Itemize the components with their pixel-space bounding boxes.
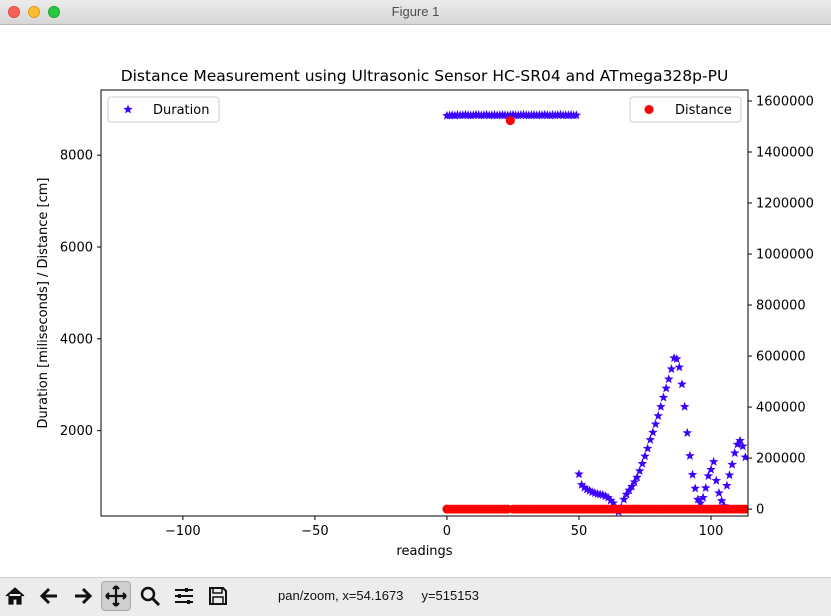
- y-left-tick-label: 2000: [60, 424, 93, 439]
- duration-point: [677, 379, 687, 389]
- y-right-tick-label: 1400000: [756, 145, 814, 160]
- x-axis-label: readings: [396, 544, 452, 559]
- duration-point: [690, 483, 700, 493]
- forward-arrow-icon: [75, 587, 93, 605]
- duration-point: [648, 427, 658, 437]
- duration-point: [687, 469, 698, 479]
- home-icon: [5, 587, 25, 605]
- window-titlebar: Figure 1: [0, 0, 831, 25]
- x-tick-label: 100: [699, 524, 724, 539]
- legend-distance-label: Distance: [675, 103, 732, 118]
- legend-distance-marker: [644, 105, 654, 114]
- pan-button[interactable]: [101, 581, 131, 611]
- y-right-tick-label: 1600000: [756, 94, 814, 109]
- duration-point: [574, 469, 584, 479]
- navigation-toolbar: pan/zoom, x=54.1673 y=515153: [0, 577, 831, 616]
- duration-point: [730, 448, 740, 458]
- y-right-tick-label: 0: [756, 503, 764, 518]
- duration-point: [679, 401, 690, 411]
- y-left-tick-label: 4000: [60, 332, 93, 347]
- duration-point: [722, 480, 732, 490]
- back-button[interactable]: [34, 581, 64, 611]
- y-right-tick-label: 800000: [756, 299, 806, 314]
- duration-point: [711, 475, 722, 485]
- y-right-tick-label: 1200000: [756, 197, 814, 212]
- x-tick-label: −100: [165, 524, 201, 539]
- duration-point: [724, 470, 735, 480]
- x-tick-label: 50: [571, 524, 588, 539]
- y-axis-label-left: Duration [miliseconds] / Distance [cm]: [36, 178, 51, 429]
- plot-data: [442, 109, 748, 516]
- duration-point: [682, 427, 693, 437]
- configure-subplots-button[interactable]: [169, 581, 199, 611]
- duration-point: [650, 419, 661, 429]
- save-button[interactable]: [203, 581, 233, 611]
- zoom-button[interactable]: [135, 581, 165, 611]
- save-floppy-icon: [209, 587, 227, 605]
- duration-point: [740, 452, 748, 462]
- home-button[interactable]: [0, 581, 30, 611]
- plot-frame: [100, 89, 749, 517]
- duration-point: [666, 364, 677, 374]
- duration-point: [642, 443, 653, 453]
- y-right-tick-label: 1000000: [756, 248, 814, 263]
- back-arrow-icon: [39, 587, 57, 605]
- duration-point: [706, 464, 716, 474]
- y-left-tick-label: 6000: [60, 240, 93, 255]
- pan-move-icon: [105, 585, 127, 607]
- distance-point: [505, 116, 515, 126]
- duration-point: [664, 374, 674, 384]
- y-right-tick-label: 200000: [756, 452, 806, 467]
- x-tick-label: 0: [443, 524, 451, 539]
- y-left-tick-label: 8000: [60, 149, 93, 164]
- duration-point: [656, 401, 666, 411]
- configure-subplots-icon: [175, 588, 193, 604]
- chart-title: Distance Measurement using Ultrasonic Se…: [121, 67, 729, 85]
- duration-point: [714, 488, 724, 498]
- forward-button[interactable]: [68, 581, 98, 611]
- duration-point: [700, 483, 711, 493]
- zoom-magnifier-icon: [140, 586, 161, 607]
- x-tick-label: −50: [301, 524, 328, 539]
- duration-point: [658, 392, 669, 402]
- figure-canvas[interactable]: Distance Measurement using Ultrasonic Se…: [0, 25, 831, 577]
- duration-point: [640, 451, 650, 461]
- duration-point: [674, 362, 685, 372]
- legend-duration-label: Duration: [153, 103, 209, 118]
- window-title: Figure 1: [391, 4, 440, 19]
- y-right-tick-label: 600000: [756, 350, 806, 365]
- duration-point: [661, 383, 671, 393]
- duration-point: [653, 410, 663, 420]
- duration-point: [727, 459, 737, 469]
- duration-point: [708, 456, 719, 466]
- duration-point: [703, 471, 714, 481]
- cursor-coordinates-readout: pan/zoom, x=54.1673 y=515153: [278, 588, 479, 603]
- y-right-tick-label: 400000: [756, 401, 806, 416]
- duration-point: [685, 450, 695, 460]
